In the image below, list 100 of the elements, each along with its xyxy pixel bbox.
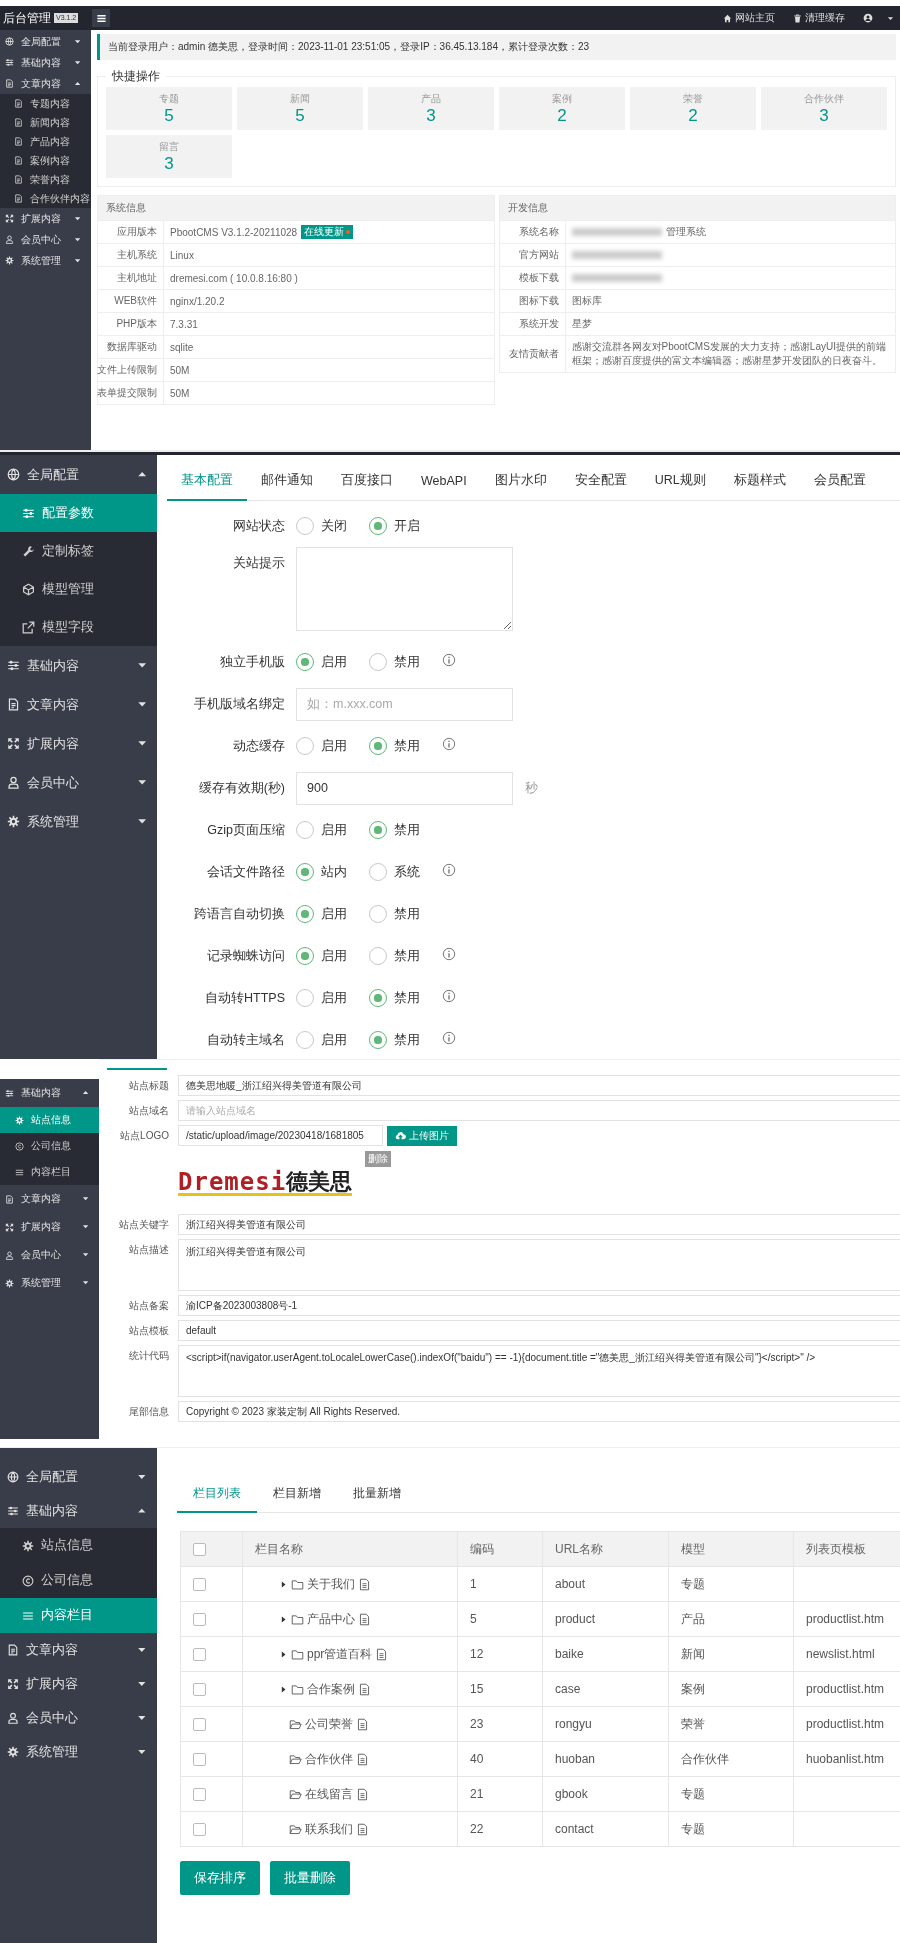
radio-button[interactable] — [369, 653, 387, 671]
sidebar-item[interactable]: 新闻内容 — [0, 113, 91, 132]
checkbox[interactable] — [193, 1788, 206, 1802]
sidebar-item[interactable]: 扩展内容 — [0, 724, 157, 763]
sidebar-item[interactable]: 内容栏目 — [0, 1159, 99, 1185]
checkbox[interactable] — [193, 1543, 206, 1557]
action-button[interactable]: 批量删除 — [270, 1861, 350, 1895]
tab[interactable]: 安全配置 — [560, 462, 641, 501]
sidebar-item[interactable]: 系统管理 — [0, 250, 91, 271]
tab[interactable]: 标题样式 — [719, 462, 800, 501]
sidebar-item[interactable]: 站点信息 — [0, 1107, 99, 1133]
radio-button[interactable] — [296, 517, 314, 535]
sidebar-item[interactable]: 全局配置 — [0, 455, 157, 494]
user-menu[interactable] — [863, 13, 894, 23]
sidebar-item[interactable]: 配置参数 — [0, 494, 157, 532]
sidebar-item[interactable]: 基础内容 — [0, 52, 91, 73]
radio-button[interactable] — [369, 863, 387, 881]
tab[interactable]: 批量新增 — [337, 1476, 417, 1513]
sidebar-item[interactable]: 文章内容 — [0, 1633, 157, 1667]
sidebar-item[interactable]: 荣誉内容 — [0, 170, 91, 189]
sidebar-item[interactable]: 系统管理 — [0, 1269, 99, 1297]
tab[interactable]: 邮件通知 — [247, 462, 327, 501]
sidebar-item[interactable]: 模型字段 — [0, 608, 157, 646]
tab[interactable]: 百度接口 — [327, 462, 407, 501]
radio-button[interactable] — [369, 1031, 387, 1049]
sidebar-item[interactable]: 扩展内容 — [0, 1667, 157, 1701]
radio-button[interactable] — [296, 863, 314, 881]
text-field[interactable]: 德美思地暖_浙江绍兴得美管道有限公司 — [178, 1075, 900, 1096]
action-button[interactable]: 保存排序 — [180, 1861, 260, 1895]
radio-button[interactable] — [296, 989, 314, 1007]
sidebar-item[interactable]: 扩展内容 — [0, 208, 91, 229]
text-field[interactable]: 如：m.xxx.com — [296, 687, 513, 721]
radio-button[interactable] — [369, 947, 387, 965]
text-field[interactable]: 900 — [296, 771, 513, 805]
text-area[interactable]: <script>if(navigator.userAgent.toLocaleLowerCase().indexOf("baidu") == -1){document.title ="德美思_浙江绍兴得美管道有限公司"}</script>" /> — [178, 1345, 900, 1397]
sidebar-item[interactable]: 模型管理 — [0, 570, 157, 608]
sidebar-item[interactable]: 会员中心 — [0, 229, 91, 250]
header-link[interactable]: 清理缓存 — [793, 11, 845, 25]
sidebar-item[interactable]: 系统管理 — [0, 802, 157, 841]
radio-button[interactable] — [296, 947, 314, 965]
sidebar-item[interactable]: 文章内容 — [0, 73, 91, 94]
sidebar-item[interactable]: 站点信息 — [0, 1528, 157, 1563]
tab[interactable]: 栏目新增 — [257, 1476, 337, 1513]
checkbox[interactable] — [193, 1718, 206, 1732]
sidebar-item[interactable]: 全局配置 — [0, 31, 91, 52]
text-field[interactable]: 浙江绍兴得美管道有限公司 — [178, 1214, 900, 1235]
checkbox[interactable] — [193, 1613, 206, 1627]
radio-button[interactable] — [369, 821, 387, 839]
radio-button[interactable] — [296, 653, 314, 671]
update-badge[interactable]: 在线更新 — [301, 225, 354, 239]
sidebar-item[interactable]: 全局配置 — [0, 1460, 157, 1494]
tab[interactable]: 基本配置 — [167, 462, 247, 501]
text-area[interactable] — [296, 547, 513, 631]
sidebar-item[interactable]: 文章内容 — [0, 1185, 99, 1213]
header-link[interactable]: 网站主页 — [723, 11, 775, 25]
checkbox[interactable] — [193, 1823, 206, 1837]
menu-button[interactable] — [92, 9, 110, 27]
sidebar-item[interactable]: 专题内容 — [0, 94, 91, 113]
radio-button[interactable] — [296, 905, 314, 923]
tab[interactable]: 图片水印 — [480, 462, 561, 501]
sidebar-item[interactable]: 基础内容 — [0, 1079, 99, 1107]
radio-button[interactable] — [369, 517, 387, 535]
text-field[interactable]: 渝ICP备2023003808号-1 — [178, 1295, 900, 1316]
tab[interactable]: 栏目列表 — [177, 1476, 257, 1513]
sidebar-item[interactable]: 文章内容 — [0, 685, 157, 724]
checkbox[interactable] — [193, 1648, 206, 1662]
field-value: sqlite — [170, 341, 194, 353]
upload-button[interactable]: 上传图片 — [387, 1125, 457, 1146]
tab[interactable]: 会员配置 — [799, 462, 880, 501]
text-field[interactable]: Copyright © 2023 家装定制 All Rights Reserved. — [178, 1401, 900, 1422]
tab[interactable]: WebAPI — [407, 462, 481, 501]
checkbox[interactable] — [193, 1578, 206, 1592]
tab[interactable]: URL规则 — [640, 462, 720, 501]
sidebar-item[interactable]: 内容栏目 — [0, 1598, 157, 1633]
text-field[interactable]: 请输入站点域名 — [178, 1100, 900, 1121]
radio-button[interactable] — [296, 1031, 314, 1049]
radio-button[interactable] — [296, 821, 314, 839]
sidebar-item[interactable]: 会员中心 — [0, 1701, 157, 1735]
sidebar-item[interactable]: 系统管理 — [0, 1735, 157, 1769]
sidebar-item[interactable]: 扩展内容 — [0, 1213, 99, 1241]
sidebar-item[interactable]: 案例内容 — [0, 151, 91, 170]
text-field[interactable]: /static/upload/image/20230418/1681805 — [178, 1125, 383, 1146]
text-field[interactable]: default — [178, 1320, 900, 1341]
radio-button[interactable] — [369, 905, 387, 923]
sidebar-item[interactable]: 定制标签 — [0, 532, 157, 570]
sidebar-item[interactable]: 合作伙伴内容 — [0, 189, 91, 208]
sidebar-item[interactable]: 基础内容 — [0, 646, 157, 685]
radio-button[interactable] — [296, 737, 314, 755]
checkbox[interactable] — [193, 1753, 206, 1767]
sidebar-item[interactable]: 基础内容 — [0, 1494, 157, 1528]
sidebar-item[interactable]: 公司信息 — [0, 1133, 99, 1159]
sidebar-item[interactable]: 会员中心 — [0, 1241, 99, 1269]
radio-button[interactable] — [369, 989, 387, 1007]
arrows-icon — [5, 214, 14, 223]
checkbox[interactable] — [193, 1683, 206, 1697]
sidebar-item[interactable]: 会员中心 — [0, 763, 157, 802]
radio-button[interactable] — [369, 737, 387, 755]
sidebar-item[interactable]: 公司信息 — [0, 1563, 157, 1598]
text-area[interactable]: 浙江绍兴得美管道有限公司 — [178, 1239, 900, 1291]
sidebar-item[interactable]: 产品内容 — [0, 132, 91, 151]
